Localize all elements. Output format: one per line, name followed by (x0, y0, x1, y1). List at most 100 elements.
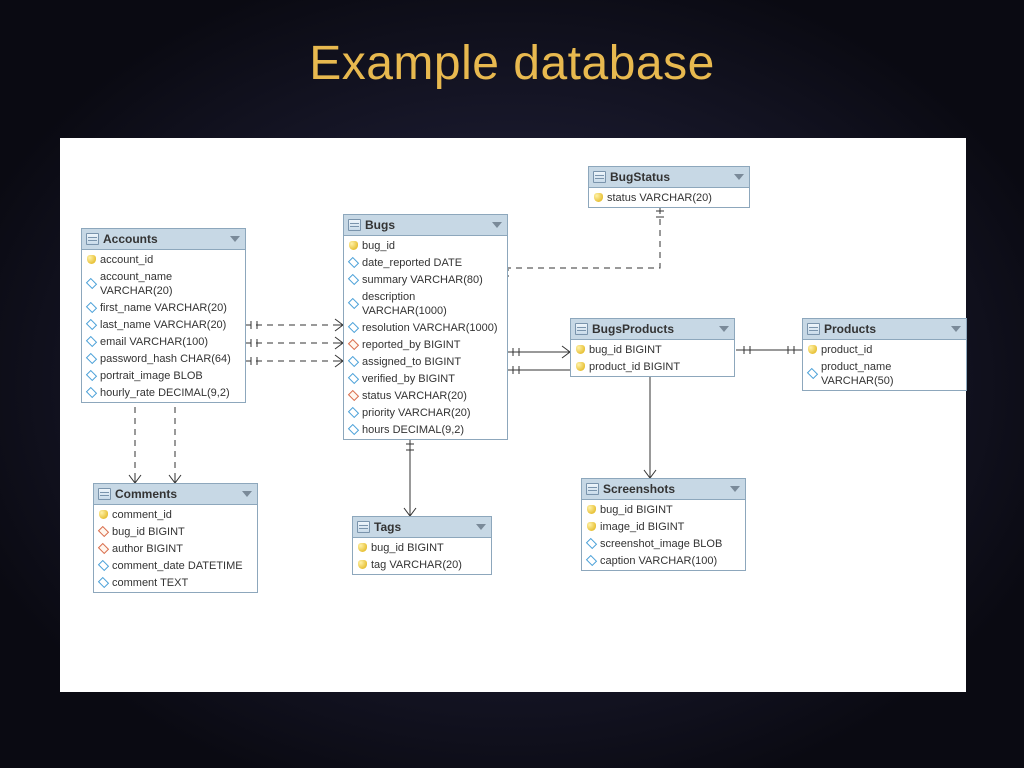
table-row: summary VARCHAR(80) (344, 271, 507, 288)
key-icon (349, 241, 358, 250)
collapse-arrow-icon (734, 174, 744, 180)
field-label: hourly_rate DECIMAL(9,2) (100, 386, 230, 400)
table-name: Screenshots (603, 482, 675, 496)
table-header: Products (803, 319, 966, 340)
table-accounts: Accounts account_id account_name VARCHAR… (81, 228, 246, 403)
table-row: caption VARCHAR(100) (582, 552, 745, 569)
field-label: bug_id BIGINT (371, 541, 444, 555)
diagram-canvas: BugStatus status VARCHAR(20) Accounts ac… (60, 138, 966, 692)
key-icon (99, 510, 108, 519)
collapse-arrow-icon (492, 222, 502, 228)
column-icon (807, 368, 818, 379)
key-icon (587, 505, 596, 514)
table-row: bug_id BIGINT (582, 501, 745, 518)
field-label: status VARCHAR(20) (607, 191, 712, 205)
field-label: last_name VARCHAR(20) (100, 318, 226, 332)
table-icon (348, 219, 361, 231)
table-header: Accounts (82, 229, 245, 250)
key-icon (87, 255, 96, 264)
table-row: author BIGINT (94, 540, 257, 557)
table-row: email VARCHAR(100) (82, 333, 245, 350)
table-row: description VARCHAR(1000) (344, 288, 507, 319)
table-name: Products (824, 322, 876, 336)
collapse-arrow-icon (242, 491, 252, 497)
table-row: account_name VARCHAR(20) (82, 268, 245, 299)
field-label: status VARCHAR(20) (362, 389, 467, 403)
column-icon (348, 373, 359, 384)
table-row: last_name VARCHAR(20) (82, 316, 245, 333)
table-rows: bug_id BIGINT tag VARCHAR(20) (353, 538, 491, 574)
field-label: bug_id BIGINT (112, 525, 185, 539)
table-row: password_hash CHAR(64) (82, 350, 245, 367)
slide-title: Example database (0, 0, 1024, 91)
column-icon (348, 407, 359, 418)
table-icon (86, 233, 99, 245)
field-label: hours DECIMAL(9,2) (362, 423, 464, 437)
table-row: portrait_image BLOB (82, 367, 245, 384)
column-icon (348, 274, 359, 285)
field-label: date_reported DATE (362, 256, 462, 270)
field-label: screenshot_image BLOB (600, 537, 722, 551)
key-icon (576, 362, 585, 371)
table-row: tag VARCHAR(20) (353, 556, 491, 573)
table-row: bug_id BIGINT (94, 523, 257, 540)
table-name: Tags (374, 520, 401, 534)
fk-icon (98, 543, 109, 554)
field-label: comment_date DATETIME (112, 559, 243, 573)
column-icon (98, 577, 109, 588)
column-icon (86, 336, 97, 347)
table-row: priority VARCHAR(20) (344, 404, 507, 421)
table-row: image_id BIGINT (582, 518, 745, 535)
key-icon (358, 560, 367, 569)
field-label: first_name VARCHAR(20) (100, 301, 227, 315)
field-label: image_id BIGINT (600, 520, 684, 534)
field-label: portrait_image BLOB (100, 369, 203, 383)
fk-icon (348, 390, 359, 401)
collapse-arrow-icon (230, 236, 240, 242)
column-icon (348, 298, 359, 309)
table-row: product_id (803, 341, 966, 358)
table-row: reported_by BIGINT (344, 336, 507, 353)
table-header: Tags (353, 517, 491, 538)
field-label: bug_id (362, 239, 395, 253)
table-row: account_id (82, 251, 245, 268)
column-icon (86, 319, 97, 330)
table-icon (575, 323, 588, 335)
table-rows: bug_id BIGINT image_id BIGINT screenshot… (582, 500, 745, 570)
table-row: comment TEXT (94, 574, 257, 591)
table-icon (807, 323, 820, 335)
table-name: Bugs (365, 218, 395, 232)
field-label: comment_id (112, 508, 172, 522)
column-icon (86, 370, 97, 381)
table-row: status VARCHAR(20) (589, 189, 749, 206)
table-row: first_name VARCHAR(20) (82, 299, 245, 316)
field-label: verified_by BIGINT (362, 372, 455, 386)
field-label: tag VARCHAR(20) (371, 558, 462, 572)
field-label: bug_id BIGINT (600, 503, 673, 517)
table-row: date_reported DATE (344, 254, 507, 271)
field-label: bug_id BIGINT (589, 343, 662, 357)
field-label: summary VARCHAR(80) (362, 273, 483, 287)
field-label: assigned_to BIGINT (362, 355, 461, 369)
field-label: account_name VARCHAR(20) (100, 270, 240, 298)
fk-icon (348, 339, 359, 350)
field-label: product_id BIGINT (589, 360, 680, 374)
collapse-arrow-icon (730, 486, 740, 492)
table-row: verified_by BIGINT (344, 370, 507, 387)
table-header: Bugs (344, 215, 507, 236)
column-icon (348, 322, 359, 333)
table-rows: account_id account_name VARCHAR(20) firs… (82, 250, 245, 402)
table-products: Products product_id product_name VARCHAR… (802, 318, 967, 391)
table-row: product_name VARCHAR(50) (803, 358, 966, 389)
table-header: Comments (94, 484, 257, 505)
table-bugstatus: BugStatus status VARCHAR(20) (588, 166, 750, 208)
key-icon (358, 543, 367, 552)
column-icon (348, 356, 359, 367)
table-row: hourly_rate DECIMAL(9,2) (82, 384, 245, 401)
fk-icon (98, 526, 109, 537)
table-row: status VARCHAR(20) (344, 387, 507, 404)
table-rows: bug_id date_reported DATE summary VARCHA… (344, 236, 507, 439)
table-name: BugStatus (610, 170, 670, 184)
field-label: resolution VARCHAR(1000) (362, 321, 498, 335)
column-icon (86, 353, 97, 364)
